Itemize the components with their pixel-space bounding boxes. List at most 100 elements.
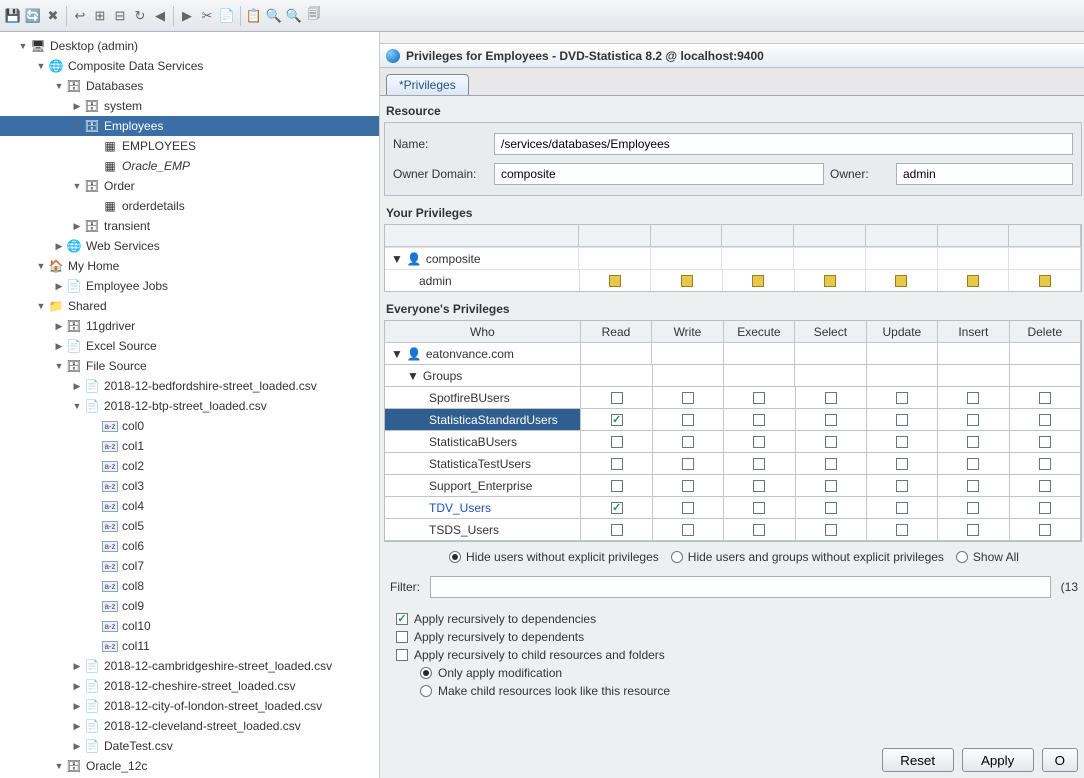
tree-node[interactable]: ▼🗄Databases: [0, 76, 379, 96]
group-row[interactable]: TSDS_Users: [385, 519, 581, 541]
tree-node[interactable]: ▶🗄system: [0, 96, 379, 116]
apply-dependencies-check[interactable]: Apply recursively to dependencies: [396, 612, 1078, 626]
permission-checkbox[interactable]: [896, 392, 908, 404]
permission-checkbox[interactable]: [611, 502, 623, 514]
owner-domain-field[interactable]: [494, 163, 824, 185]
permission-checkbox[interactable]: [825, 458, 837, 470]
tree-node[interactable]: a-zcol10: [0, 616, 379, 636]
reset-button[interactable]: Reset: [882, 748, 954, 772]
toolbar-button[interactable]: ↩: [71, 7, 89, 25]
tree-node[interactable]: ▼📄2018-12-btp-street_loaded.csv: [0, 396, 379, 416]
tree-node[interactable]: ▼🗄File Source: [0, 356, 379, 376]
permission-checkbox[interactable]: [825, 392, 837, 404]
expand-icon[interactable]: ▶: [72, 381, 82, 392]
permission-checkbox[interactable]: [682, 480, 694, 492]
expand-icon[interactable]: ▼: [391, 252, 403, 266]
permission-checkbox[interactable]: [753, 458, 765, 470]
permission-checkbox[interactable]: [611, 458, 623, 470]
toolbar-button[interactable]: 🔍: [265, 7, 283, 25]
permission-checkbox[interactable]: [825, 502, 837, 514]
toolbar-button[interactable]: 📄: [218, 7, 236, 25]
group-row[interactable]: StatisticaStandardUsers: [385, 409, 581, 431]
tree-node[interactable]: ▼📁Shared: [0, 296, 379, 316]
expand-icon[interactable]: ▼: [36, 261, 46, 271]
tree-node[interactable]: a-zcol8: [0, 576, 379, 596]
expand-icon[interactable]: ▶: [72, 701, 82, 712]
tree-node[interactable]: ▶🗄transient: [0, 216, 379, 236]
tree-node[interactable]: a-zcol9: [0, 596, 379, 616]
toolbar-button[interactable]: ✂: [198, 7, 216, 25]
expand-icon[interactable]: ▶: [54, 281, 64, 292]
apply-button[interactable]: Apply: [962, 748, 1034, 772]
permission-checkbox[interactable]: [896, 436, 908, 448]
apply-dependents-check[interactable]: Apply recursively to dependents: [396, 630, 1078, 644]
tree-node[interactable]: ▶📄Excel Source: [0, 336, 379, 356]
toolbar-button[interactable]: 🔍: [285, 7, 303, 25]
hide-users-groups-radio[interactable]: Hide users and groups without explicit p…: [671, 550, 944, 564]
permission-checkbox[interactable]: [682, 458, 694, 470]
permission-checkbox[interactable]: [896, 480, 908, 492]
permission-checkbox[interactable]: [825, 524, 837, 536]
expand-icon[interactable]: ▼: [36, 61, 46, 71]
permission-checkbox[interactable]: [1039, 480, 1051, 492]
hide-users-radio[interactable]: Hide users without explicit privileges: [449, 550, 659, 564]
permission-checkbox[interactable]: [967, 524, 979, 536]
permission-checkbox[interactable]: [896, 502, 908, 514]
permission-checkbox[interactable]: [967, 414, 979, 426]
permission-checkbox[interactable]: [682, 414, 694, 426]
expand-icon[interactable]: ▶: [54, 321, 64, 332]
tree-node[interactable]: a-zcol7: [0, 556, 379, 576]
tree-node[interactable]: ▦EMPLOYEES: [0, 136, 379, 156]
tree-node[interactable]: a-zcol5: [0, 516, 379, 536]
permission-checkbox[interactable]: [825, 414, 837, 426]
name-field[interactable]: [494, 133, 1073, 155]
permission-checkbox[interactable]: [967, 480, 979, 492]
ok-button[interactable]: O: [1042, 748, 1078, 772]
tree-node[interactable]: a-zcol6: [0, 536, 379, 556]
group-row[interactable]: StatisticaTestUsers: [385, 453, 581, 475]
permission-checkbox[interactable]: [896, 458, 908, 470]
expand-icon[interactable]: ▼: [72, 121, 82, 131]
permission-checkbox[interactable]: [1039, 502, 1051, 514]
group-row[interactable]: Support_Enterprise: [385, 475, 581, 497]
permission-checkbox[interactable]: [967, 436, 979, 448]
tree-node[interactable]: a-zcol4: [0, 496, 379, 516]
only-apply-modification-radio[interactable]: Only apply modification: [420, 666, 1078, 680]
toolbar-button[interactable]: ⊞: [91, 7, 109, 25]
tree-node[interactable]: ▼🗄Employees: [0, 116, 379, 136]
groups-row[interactable]: ▼Groups: [385, 365, 581, 387]
permission-checkbox[interactable]: [682, 502, 694, 514]
permission-checkbox[interactable]: [611, 524, 623, 536]
filter-input[interactable]: [430, 576, 1051, 598]
owner-field[interactable]: [896, 163, 1073, 185]
tab-privileges[interactable]: *Privileges: [386, 74, 469, 95]
toolbar-button[interactable]: ⊟: [111, 7, 129, 25]
permission-checkbox[interactable]: [611, 480, 623, 492]
group-row[interactable]: SpotfireBUsers: [385, 387, 581, 409]
toolbar-button[interactable]: 💾: [4, 7, 22, 25]
permission-checkbox[interactable]: [1039, 392, 1051, 404]
expand-icon[interactable]: ▶: [72, 681, 82, 692]
toolbar-button[interactable]: 🔄: [24, 7, 42, 25]
expand-icon[interactable]: ▶: [72, 221, 82, 232]
expand-icon[interactable]: ▼: [36, 301, 46, 311]
tree-node[interactable]: ▼🌐Composite Data Services: [0, 56, 379, 76]
tree-node[interactable]: ▦Oracle_EMP: [0, 156, 379, 176]
permission-checkbox[interactable]: [1039, 524, 1051, 536]
expand-icon[interactable]: ▶: [72, 101, 82, 112]
make-child-like-radio[interactable]: Make child resources look like this reso…: [420, 684, 1078, 698]
tree-node[interactable]: ▶📄2018-12-cheshire-street_loaded.csv: [0, 676, 379, 696]
expand-icon[interactable]: ▶: [72, 661, 82, 672]
tree-node[interactable]: ▶📄2018-12-cambridgeshire-street_loaded.c…: [0, 656, 379, 676]
tree-node[interactable]: ▼🗄Order: [0, 176, 379, 196]
permission-checkbox[interactable]: [896, 524, 908, 536]
tree-node[interactable]: ▶🗄11gdriver: [0, 316, 379, 336]
tree-node[interactable]: ▼🏠My Home: [0, 256, 379, 276]
toolbar-button[interactable]: ✖: [44, 7, 62, 25]
tree-node[interactable]: ▶📄2018-12-city-of-london-street_loaded.c…: [0, 696, 379, 716]
expand-icon[interactable]: ▼: [72, 181, 82, 191]
tree-node[interactable]: ▶📄Employee Jobs: [0, 276, 379, 296]
tree-node[interactable]: a-zcol2: [0, 456, 379, 476]
group-row[interactable]: TDV_Users: [385, 497, 581, 519]
expand-icon[interactable]: ▶: [54, 341, 64, 352]
